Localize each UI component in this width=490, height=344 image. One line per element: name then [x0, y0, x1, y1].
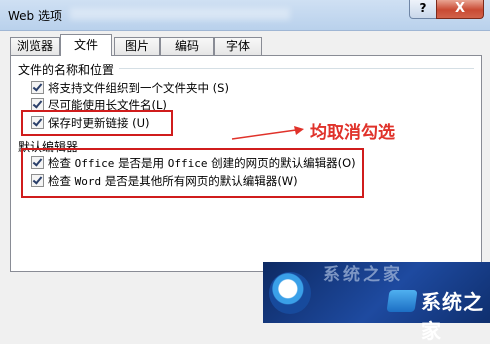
highlight-box-update-links — [21, 110, 173, 136]
tab-files[interactable]: 文件 — [60, 34, 112, 56]
group-divider — [119, 68, 474, 69]
watermark-badge-icon — [386, 290, 418, 312]
watermark-logo-icon — [269, 272, 311, 314]
highlight-box-default-editor — [21, 148, 364, 198]
watermark-ghost-text: 系统之家 — [323, 265, 403, 285]
tab-fonts[interactable]: 字体 — [214, 37, 262, 55]
annotation-arrow-icon — [231, 126, 304, 140]
watermark-text: 系统之家 — [421, 290, 484, 343]
blurred-title-region — [70, 8, 290, 20]
checkbox-organize-support-files[interactable]: 将支持文件组织到一个文件夹中 (S) — [31, 80, 229, 96]
checkbox-checked-icon[interactable] — [31, 81, 44, 94]
help-button[interactable]: ? — [409, 0, 437, 19]
window-title: Web 选项 — [8, 9, 62, 23]
tab-pictures[interactable]: 图片 — [114, 37, 160, 55]
checkbox-label: 将支持文件组织到一个文件夹中 — [48, 81, 209, 95]
tab-browser[interactable]: 浏览器 — [10, 37, 60, 55]
tab-encoding[interactable]: 编码 — [160, 37, 214, 55]
window-titlebar: Web 选项 ? X — [0, 0, 490, 31]
annotation-text: 均取消勾选 — [310, 123, 395, 143]
site-watermark: 系统之家 系统之家 — [263, 262, 490, 343]
shortcut-key: (S) — [212, 81, 229, 95]
group-title-names-locations: 文件的名称和位置 — [18, 63, 115, 77]
close-button[interactable]: X — [436, 0, 484, 19]
